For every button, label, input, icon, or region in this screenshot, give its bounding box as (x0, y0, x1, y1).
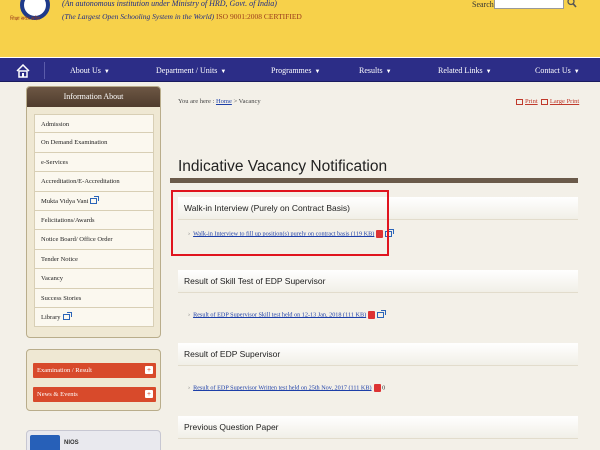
nav-related-links[interactable]: Related Links ▼ (438, 58, 492, 83)
sidebar-item-vacancy[interactable]: Vacancy (34, 269, 154, 289)
nav-contact-us[interactable]: Contact Us ▼ (535, 58, 580, 83)
sidebar-item-label: Vacancy (41, 275, 64, 283)
accessibility-icon (30, 435, 60, 450)
sidebar-item-on-demand-examination[interactable]: On Demand Examination (34, 133, 154, 153)
sidebar-item-label: Felicitations/Awards (41, 216, 95, 224)
sidebar-item-e-services[interactable]: e-Services (34, 152, 154, 173)
page-title: Indicative Vacancy Notification (178, 158, 388, 175)
search-label: Search: (472, 0, 496, 9)
nav-contact-us-label: Contact Us (535, 66, 571, 75)
sidebar-item-admission[interactable]: Admission (34, 114, 154, 134)
external-link-icon (62, 312, 72, 321)
title-divider (170, 178, 578, 183)
section-heading: Previous Question Paper (178, 416, 578, 439)
breadcrumb-home-link[interactable]: Home (216, 98, 232, 105)
quick-links-panel: Examination / Result + News & Events + (26, 349, 161, 411)
sidebar-item-mukta-vidya-vani[interactable]: Mukta Vidya Vani (34, 191, 154, 211)
sidebar-item-label: Accreditation/E-Accreditation (41, 178, 120, 186)
chevron-down-icon: ▼ (314, 69, 321, 75)
external-link-icon[interactable] (377, 310, 387, 318)
section-link-row: › Result of EDP Supervisor Written test h… (178, 384, 578, 392)
plus-icon: + (145, 390, 153, 398)
chevron-down-icon: ▼ (385, 69, 392, 75)
sidebar-item-accreditation-e-accreditation[interactable]: Accreditation/E-Accreditation (34, 172, 154, 192)
logo-tagline: शिक्षा सर्वत्र सदैव (10, 17, 40, 22)
nav-programmes-label: Programmes (271, 66, 312, 75)
sidebar-item-label: On Demand Examination (41, 139, 108, 147)
sidebar-item-label: Success Stories (41, 294, 82, 302)
section-edp-supervisor-result: Result of EDP Supervisor › Result of EDP … (178, 343, 578, 392)
header-tagline: (The Largest Open Schooling System in th… (62, 12, 302, 21)
link-suffix: 0 (382, 384, 386, 392)
chevron-down-icon: ▼ (220, 69, 227, 75)
sidebar-item-label: Mukta Vidya Vani (41, 197, 89, 205)
nios-label: NIOS (64, 440, 79, 446)
section-link-row: › Result of EDP Supervisor Skill test hel… (178, 310, 578, 319)
page-tools: Print Large Print (516, 98, 579, 105)
breadcrumb-separator: > (233, 98, 238, 105)
section-heading: Result of EDP Supervisor (178, 343, 578, 366)
sidebar-list: Admission On Demand Examination e-Services… (34, 114, 154, 328)
nav-programmes[interactable]: Programmes ▼ (271, 58, 320, 83)
sidebar-item-library[interactable]: Library (34, 307, 154, 328)
breadcrumb-current: Vacancy (238, 98, 261, 105)
nav-divider (44, 62, 45, 79)
external-link-icon (90, 196, 100, 205)
large-print-link[interactable]: Large Print (550, 98, 579, 105)
news-events-button[interactable]: News & Events + (33, 387, 156, 402)
examination-result-button[interactable]: Examination / Result + (33, 363, 156, 378)
iso-certification: ISO 9001:2008 CERTIFIED (216, 12, 302, 21)
chevron-down-icon: ▼ (485, 69, 492, 75)
sidebar-item-tender-notice[interactable]: Tender Notice (34, 249, 154, 270)
nav-results-label: Results (359, 66, 383, 75)
breadcrumb: You are here : Home > Vacancy (178, 98, 261, 105)
nios-panel[interactable]: NIOS (26, 430, 161, 450)
section-skill-test-result: Result of Skill Test of EDP Supervisor ›… (178, 270, 578, 319)
print-link[interactable]: Print (525, 98, 538, 105)
large-print-icon (540, 98, 548, 105)
sidebar-item-success-stories[interactable]: Success Stories (34, 288, 154, 308)
home-icon[interactable] (8, 61, 38, 80)
search-input[interactable] (494, 0, 564, 9)
highlight-box (171, 190, 389, 256)
nav-results[interactable]: Results ▼ (359, 58, 392, 83)
header-tagline-text: (The Largest Open Schooling System in th… (62, 12, 215, 21)
bullet-icon: › (188, 384, 191, 392)
plus-icon: + (145, 366, 153, 374)
sidebar-item-label: Admission (41, 121, 70, 128)
chevron-down-icon: ▼ (103, 69, 110, 75)
nav-about-us[interactable]: About Us ▼ (70, 58, 110, 83)
news-events-label: News & Events (37, 391, 78, 398)
main-nav: About Us ▼ Department / Units ▼ Programmes… (0, 57, 600, 82)
nav-related-links-label: Related Links (438, 66, 483, 75)
nav-departments[interactable]: Department / Units ▼ (156, 58, 226, 83)
section-previous-question-paper: Previous Question Paper (178, 416, 578, 439)
chevron-down-icon: ▼ (573, 69, 580, 75)
sidebar-info-panel: Information About Admission On Demand Exa… (26, 86, 161, 338)
print-icon (516, 98, 523, 105)
sidebar-item-label: e-Services (41, 158, 69, 166)
sidebar-item-label: Notice Board/ Office Order (41, 236, 113, 244)
site-header: शिक्षा सर्वत्र सदैव (An autonomous insti… (0, 0, 600, 57)
header-subtitle: (An autonomous institution under Ministr… (62, 0, 277, 8)
sidebar-item-label: Library (41, 313, 61, 321)
examination-result-label: Examination / Result (37, 367, 92, 374)
nav-about-us-label: About Us (70, 66, 101, 75)
nav-departments-label: Department / Units (156, 66, 218, 75)
edp-written-result-link[interactable]: Result of EDP Supervisor Written test he… (193, 384, 371, 391)
skill-test-result-link[interactable]: Result of EDP Supervisor Skill test held… (193, 311, 366, 318)
sidebar-item-notice-board-office-order[interactable]: Notice Board/ Office Order (34, 230, 154, 250)
breadcrumb-prefix: You are here : (178, 98, 215, 105)
sidebar-item-label: Tender Notice (41, 255, 78, 263)
bullet-icon: › (188, 311, 191, 319)
sidebar-heading: Information About (27, 87, 160, 107)
pdf-icon (368, 311, 376, 319)
search-icon[interactable] (567, 0, 577, 9)
section-heading: Result of Skill Test of EDP Supervisor (178, 270, 578, 293)
pdf-icon (373, 384, 381, 392)
sidebar-item-felicitations-awards[interactable]: Felicitations/Awards (34, 210, 154, 231)
